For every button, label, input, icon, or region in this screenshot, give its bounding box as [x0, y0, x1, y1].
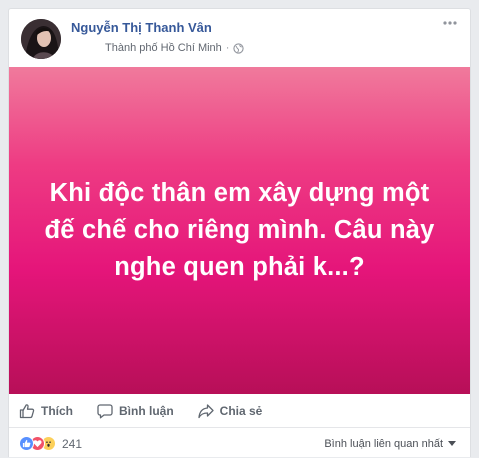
location-link[interactable]: Thành phố Hồ Chí Minh — [105, 42, 222, 54]
comment-sort-dropdown[interactable]: Bình luận liên quan nhất — [324, 438, 456, 450]
comment-label: Bình luận — [119, 403, 174, 418]
status-text: Khi độc thân em xây dựng một đế chế cho … — [44, 179, 435, 281]
more-options-button[interactable] — [440, 15, 460, 31]
more-dots-icon — [443, 21, 457, 25]
caret-down-icon — [448, 441, 456, 446]
status-background: Khi độc thân em xây dựng một đế chế cho … — [9, 67, 470, 394]
reactions-summary[interactable] — [19, 436, 56, 451]
avatar-image — [21, 19, 61, 59]
meta-separator: · — [225, 42, 230, 54]
comment-button[interactable]: Bình luận — [97, 394, 174, 427]
globe-icon[interactable] — [233, 42, 245, 54]
action-bar: Thích Bình luận Chia sẻ — [9, 394, 470, 428]
share-button[interactable]: Chia sẻ — [198, 394, 263, 427]
comment-icon — [97, 403, 113, 418]
post-card: Nguyễn Thị Thanh Vân Thành phố Hồ Chí Mi… — [8, 8, 471, 457]
author-avatar[interactable] — [21, 19, 61, 59]
share-label: Chia sẻ — [219, 403, 263, 418]
author-name[interactable]: Nguyễn Thị Thanh Vân — [71, 20, 212, 35]
like-icon — [19, 436, 34, 451]
thumbs-up-icon — [19, 403, 35, 418]
post-meta: Thành phố Hồ Chí Minh · — [105, 42, 245, 54]
sort-label: Bình luận liên quan nhất — [324, 437, 443, 450]
like-button[interactable]: Thích — [19, 394, 73, 427]
post-footer: 241 Bình luận liên quan nhất — [9, 429, 470, 458]
like-label: Thích — [41, 403, 73, 418]
share-icon — [198, 403, 214, 418]
reaction-count[interactable]: 241 — [62, 437, 82, 451]
post-header: Nguyễn Thị Thanh Vân Thành phố Hồ Chí Mi… — [9, 9, 470, 67]
